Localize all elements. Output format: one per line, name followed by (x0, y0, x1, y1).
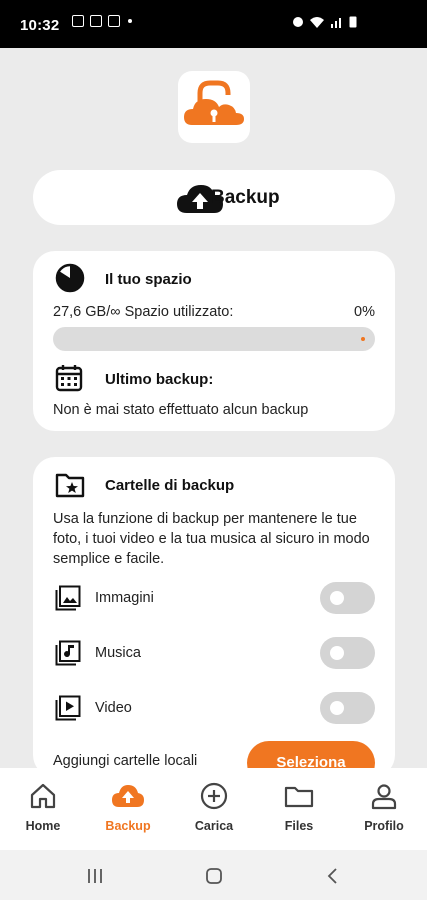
nav-item-files[interactable]: Files (259, 782, 339, 833)
nav-label: Carica (194, 819, 234, 833)
cloud-lock-icon (184, 80, 244, 125)
space-progress-indicator (361, 337, 365, 341)
calendar-icon (55, 365, 83, 392)
video-toggle[interactable] (320, 692, 375, 724)
cloud-upload-icon (112, 785, 144, 807)
user-icon (371, 784, 397, 810)
home-icon (30, 783, 56, 809)
notification-icons (72, 15, 132, 27)
system-nav-bar (0, 850, 427, 900)
battery-icon (349, 16, 357, 28)
alarm-icon (293, 16, 303, 27)
nav-item-profilo[interactable]: Profilo (344, 782, 424, 833)
last-backup-title: Ultimo backup: (105, 371, 214, 388)
gallery-notification-icon (72, 15, 84, 27)
video-icon (55, 695, 81, 721)
add-local-folders-label: Aggiungi cartelle locali (53, 753, 198, 769)
status-bar: 10:32 (0, 0, 427, 48)
status-time: 10:32 (20, 17, 60, 34)
folder-row-musica[interactable]: Musica (33, 636, 395, 672)
space-percent: 0% (354, 304, 375, 320)
back-icon[interactable] (324, 867, 342, 885)
backup-folders-card: Cartelle di backup Usa la funzione di ba… (33, 457, 395, 777)
last-backup-text: Non è mai stato effettuato alcun backup (53, 402, 309, 418)
signal-icon (331, 17, 341, 28)
nav-item-home[interactable]: Home (3, 782, 83, 833)
folder-label: Video (95, 700, 132, 716)
folder-label: Musica (95, 645, 141, 661)
folder-row-video[interactable]: Video (33, 691, 395, 727)
nav-label: Files (284, 819, 314, 833)
space-card: Il tuo spazio 27,6 GB/∞ Spazio utilizzat… (33, 251, 395, 431)
backup-folders-title: Cartelle di backup (105, 477, 235, 494)
folder-label: Immagini (95, 590, 154, 606)
pie-chart-icon (55, 263, 85, 293)
message-notification-icon (90, 15, 102, 27)
nav-item-carica[interactable]: Carica (174, 782, 254, 833)
folder-row-immagini[interactable]: Immagini (33, 581, 395, 617)
backup-button-label: Backup (211, 187, 280, 208)
mail-notification-icon (108, 15, 120, 27)
musica-toggle[interactable] (320, 637, 375, 669)
more-notifications-icon (128, 19, 132, 23)
folder-star-icon (55, 473, 85, 498)
wifi-icon (310, 16, 324, 28)
image-icon (55, 585, 81, 611)
app-logo (178, 71, 250, 143)
home-button-icon[interactable] (205, 867, 223, 885)
recent-apps-icon[interactable] (86, 867, 104, 885)
system-icons (292, 15, 357, 28)
space-title: Il tuo spazio (105, 271, 192, 288)
nav-label: Profilo (364, 819, 404, 833)
bottom-nav: Home Backup Carica Files Profilo (0, 768, 427, 850)
music-icon (55, 640, 81, 666)
plus-circle-icon (200, 782, 228, 810)
immagini-toggle[interactable] (320, 582, 375, 614)
space-usage-text: 27,6 GB/∞ Spazio utilizzato: (53, 304, 234, 320)
space-progress-bar (53, 327, 375, 351)
folder-icon (284, 786, 314, 808)
nav-item-backup[interactable]: Backup (88, 782, 168, 833)
backup-folders-description: Usa la funzione di backup per mantenere … (53, 511, 370, 567)
nav-label: Backup (105, 819, 151, 833)
nav-label: Home (25, 819, 61, 833)
backup-button[interactable]: Backup (33, 170, 395, 225)
